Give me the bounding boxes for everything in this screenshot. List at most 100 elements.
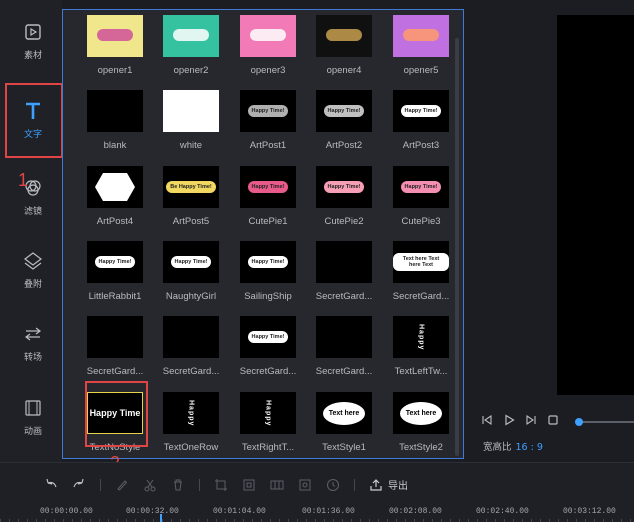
edit-toolbar: 导出 — [44, 477, 408, 492]
redo-button[interactable] — [72, 478, 86, 492]
edit-button[interactable] — [115, 478, 129, 492]
template-name: white — [179, 140, 203, 151]
animation-icon — [25, 399, 41, 416]
template-tile[interactable]: Text here TextStyle2 — [383, 392, 459, 453]
stop-icon[interactable] — [547, 414, 559, 426]
nav-item-transition[interactable]: 转场 — [4, 306, 62, 380]
template-thumbnail — [163, 90, 219, 132]
crop-button[interactable] — [214, 478, 228, 492]
template-tile[interactable]: Happy Time! CutePie3 — [383, 166, 459, 227]
thumbnail-text: Happy Time! — [247, 331, 289, 343]
template-tile[interactable]: Happy TextLeftTw... — [383, 316, 459, 377]
thumbnail-text: Text here — [322, 401, 366, 425]
playback-progress-knob[interactable] — [575, 418, 583, 426]
template-tile[interactable]: opener3 — [230, 15, 306, 76]
nav-label-animation: 动画 — [23, 426, 42, 437]
template-tile[interactable]: Happy Time! ArtPost1 — [230, 90, 306, 151]
play-icon[interactable] — [503, 414, 515, 426]
template-tile[interactable]: SecretGard... — [77, 316, 153, 377]
template-name: TextStyle1 — [322, 442, 366, 453]
template-tile[interactable]: SecretGard... — [306, 316, 382, 377]
nav-item-animation[interactable]: 动画 — [4, 380, 62, 454]
fit-icon — [243, 479, 255, 490]
template-tile[interactable]: Happy Time! LittleRabbit1 — [77, 241, 153, 302]
highlight-box-textnostyle — [85, 381, 148, 447]
template-thumbnail: Happy — [240, 392, 296, 434]
previous-frame-icon[interactable] — [481, 414, 493, 426]
template-name: ArtPost4 — [96, 216, 134, 227]
template-tile[interactable]: Happy TextRightT... — [230, 392, 306, 453]
template-tile[interactable]: SecretGard... — [153, 316, 229, 377]
template-name: SailingShip — [244, 291, 292, 302]
playhead[interactable] — [160, 514, 162, 522]
export-icon — [370, 478, 382, 491]
export-button[interactable]: 导出 — [369, 477, 408, 492]
nav-item-overlay[interactable]: 叠附 — [4, 233, 62, 307]
template-tile[interactable]: Text here Text here Text SecretGard... — [383, 241, 459, 302]
template-tile[interactable]: SecretGard... — [306, 241, 382, 302]
template-tile[interactable]: opener2 — [153, 15, 229, 76]
tick-label: 00:02:40.00 — [476, 507, 529, 516]
template-tile[interactable]: opener4 — [306, 15, 382, 76]
template-tile[interactable]: ArtPost4 — [77, 166, 153, 227]
thumbnail-text: Happy Time! — [247, 181, 289, 193]
template-name: opener5 — [403, 65, 439, 76]
template-tile[interactable]: Happy Time! CutePie2 — [306, 166, 382, 227]
template-thumbnail: Happy Time! — [87, 241, 143, 283]
template-tile[interactable]: blank — [77, 90, 153, 151]
nav-item-media[interactable]: 素材 — [4, 4, 62, 78]
thumbnail-decoration — [95, 173, 135, 201]
undo-button[interactable] — [44, 478, 58, 492]
template-tile[interactable]: Happy Time! NaughtyGirl — [153, 241, 229, 302]
template-tile[interactable]: opener1 — [77, 15, 153, 76]
template-tile[interactable]: opener5 — [383, 15, 459, 76]
tick-label: 00:00:32.00 — [126, 507, 179, 516]
aspect-ratio[interactable]: 宽高比 16 : 9 — [483, 439, 543, 453]
template-name: opener2 — [173, 65, 209, 76]
panel-scrollbar[interactable] — [455, 38, 459, 456]
toolbar-separator — [199, 478, 200, 491]
nav-label-overlay: 叠附 — [23, 279, 42, 290]
thumbnail-text: Happy Time! — [400, 105, 442, 117]
playback-progress-track[interactable] — [576, 421, 634, 423]
redo-icon — [73, 478, 84, 487]
thumbnail-text: Happy Time! — [170, 256, 212, 268]
template-thumbnail — [316, 241, 372, 283]
template-thumbnail: Happy — [163, 392, 219, 434]
template-tile[interactable]: Be Happy Time! ArtPost5 — [153, 166, 229, 227]
fit-button[interactable] — [242, 478, 256, 492]
thumbnail-text: Happy — [417, 323, 425, 351]
template-tile[interactable]: Happy Time! CutePie1 — [230, 166, 306, 227]
template-tile[interactable]: Happy Time! ArtPost3 — [383, 90, 459, 151]
nav-item-filter[interactable]: 滤镜 — [4, 160, 62, 234]
delete-button[interactable] — [171, 478, 185, 492]
thumbnail-text: Text here — [399, 401, 443, 425]
template-tile[interactable]: white — [153, 90, 229, 151]
template-tile[interactable]: Happy TextOneRow — [153, 392, 229, 453]
template-name: SecretGard... — [239, 366, 297, 377]
timeline-ruler[interactable]: 00:00:00.00 00:00:32.00 00:01:04.00 00:0… — [0, 503, 634, 522]
next-frame-icon[interactable] — [525, 414, 537, 426]
cut-button[interactable] — [143, 478, 157, 492]
toolbar-separator — [100, 478, 101, 491]
thumbnail-decoration — [403, 29, 439, 41]
template-tile[interactable]: Text here TextStyle1 — [306, 392, 382, 453]
thumbnail-text: Happy Time! — [94, 256, 136, 268]
clock-icon — [327, 478, 339, 491]
thumbnail-text: Happy Time! — [400, 181, 442, 193]
mosaic-button[interactable] — [298, 478, 312, 492]
template-tile[interactable]: Happy Time! ArtPost2 — [306, 90, 382, 151]
template-tile[interactable]: Happy Time! SailingShip — [230, 241, 306, 302]
template-thumbnail: Happy Time! — [240, 316, 296, 358]
thumbnail-decoration — [173, 29, 209, 41]
thumbnail-text: Happy — [187, 399, 195, 427]
template-name: SecretGard... — [392, 291, 450, 302]
tick-label: 00:01:04.00 — [213, 507, 266, 516]
duration-button[interactable] — [326, 478, 340, 492]
template-thumbnail: Happy Time! — [393, 166, 449, 208]
split-button[interactable] — [270, 478, 284, 492]
template-tile[interactable]: Happy Time! SecretGard... — [230, 316, 306, 377]
crop-icon — [215, 478, 227, 491]
thumbnail-text: Text here Text here Text — [393, 253, 449, 271]
nav-label-filter: 滤镜 — [23, 206, 42, 217]
